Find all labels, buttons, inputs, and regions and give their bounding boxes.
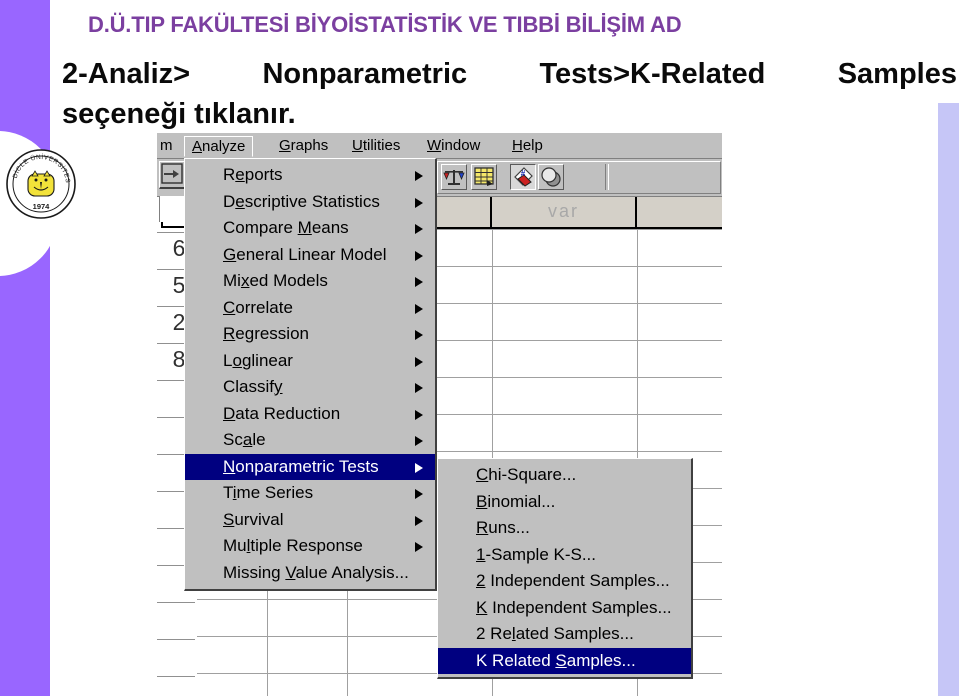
menu-item-classify[interactable]: Classify xyxy=(185,374,435,401)
menu-item-missing-value-analysis[interactable]: Missing Value Analysis... xyxy=(185,560,435,587)
menu-item-2-independent-samples[interactable]: 2 Independent Samples... xyxy=(438,568,691,595)
menu-item-k-independent-samples[interactable]: K Independent Samples... xyxy=(438,595,691,622)
menu-item-compare-means[interactable]: Compare Means xyxy=(185,215,435,242)
analyze-dropdown-menu[interactable]: Reports Descriptive Statistics Compare M… xyxy=(184,158,437,591)
menubar-item-help[interactable]: Help xyxy=(505,136,550,155)
row-separator xyxy=(157,639,195,640)
grid-table-icon[interactable] xyxy=(471,164,497,190)
spss-data-editor-window: r var var b 6 5 2 8 xyxy=(157,133,722,696)
menubar-item-window[interactable]: Window xyxy=(420,136,487,155)
logo-year: 1974 xyxy=(33,202,51,211)
menu-item-regression[interactable]: Regression xyxy=(185,321,435,348)
spss-menubar: m Analyze Graphs Utilities Window Help xyxy=(157,133,722,159)
menubar-item-utilities[interactable]: Utilities xyxy=(345,136,407,155)
menu-item-binomial[interactable]: Binomial... xyxy=(438,489,691,516)
menu-item-2-related-samples[interactable]: 2 Related Samples... xyxy=(438,621,691,648)
chevron-right-icon xyxy=(415,224,423,234)
chevron-right-icon xyxy=(415,409,423,420)
menu-item-runs[interactable]: Runs... xyxy=(438,515,691,542)
menu-item-reports[interactable]: Reports xyxy=(185,162,435,189)
slide-body-text: 2-Analiz> Nonparametric Tests>K-Related … xyxy=(62,54,957,134)
value-labels-tag-icon[interactable]: # xyxy=(510,164,536,190)
row-separator xyxy=(157,602,195,603)
dicle-universitesi-logo: DİCLE ÜNİVERSİTESİ 1974 xyxy=(4,141,77,220)
menu-item-time-series[interactable]: Time Series xyxy=(185,480,435,507)
menu-item-correlate[interactable]: Correlate xyxy=(185,295,435,322)
menu-item-multiple-response[interactable]: Multiple Response xyxy=(185,533,435,560)
menu-item-general-linear-model[interactable]: General Linear Model xyxy=(185,242,435,269)
chevron-right-icon xyxy=(415,171,423,181)
chevron-right-icon xyxy=(415,462,423,473)
page-title: D.Ü.TIP FAKÜLTESİ BİYOİSTATİSTİK VE TIBB… xyxy=(88,12,682,37)
menu-item-k-related-samples[interactable]: K Related Samples... xyxy=(438,647,691,674)
weight-cases-scales-icon[interactable] xyxy=(441,164,467,190)
nonparametric-tests-submenu[interactable]: Chi-Square... Binomial... Runs... 1-Samp… xyxy=(437,458,693,679)
menu-item-data-reduction[interactable]: Data Reduction xyxy=(185,401,435,428)
right-accent-bar xyxy=(938,103,959,696)
slide-body-line-2: seçeneği tıklanır. xyxy=(62,98,296,130)
chevron-right-icon xyxy=(415,303,423,314)
chevron-right-icon xyxy=(415,489,423,499)
chevron-right-icon xyxy=(415,436,423,446)
split-file-circles-icon[interactable] xyxy=(538,164,564,190)
chevron-right-icon xyxy=(415,250,423,261)
chevron-right-icon xyxy=(415,197,423,208)
chevron-right-icon xyxy=(415,277,423,287)
row-separator xyxy=(157,676,195,677)
chevron-right-icon xyxy=(415,515,423,526)
menu-item-descriptive-statistics[interactable]: Descriptive Statistics xyxy=(185,189,435,216)
slide-body-line-1: 2-Analiz> Nonparametric Tests>K-Related … xyxy=(62,58,957,90)
left-accent-bar xyxy=(0,0,50,696)
chevron-right-icon xyxy=(415,542,423,552)
menu-item-nonparametric-tests[interactable]: Nonparametric Tests xyxy=(185,453,435,480)
chevron-right-icon xyxy=(415,356,423,367)
menu-item-loglinear[interactable]: Loglinear xyxy=(185,348,435,375)
column-header-2[interactable]: var xyxy=(492,196,637,227)
menubar-item-clipped[interactable]: m xyxy=(157,136,180,155)
chevron-right-icon xyxy=(415,383,423,393)
menu-item-1-sample-ks[interactable]: 1-Sample K-S... xyxy=(438,542,691,569)
menu-item-scale[interactable]: Scale xyxy=(185,427,435,454)
menu-item-mixed-models[interactable]: Mixed Models xyxy=(185,268,435,295)
menu-item-chi-square[interactable]: Chi-Square... xyxy=(438,462,691,489)
menubar-item-analyze[interactable]: Analyze xyxy=(184,136,254,157)
toolbar-button-strip: # xyxy=(437,161,721,194)
toolbar-separator xyxy=(605,164,609,190)
chevron-right-icon xyxy=(415,330,423,340)
menubar-item-graphs[interactable]: Graphs xyxy=(272,136,335,155)
menu-item-survival[interactable]: Survival xyxy=(185,507,435,534)
svg-text:#: # xyxy=(521,169,526,178)
